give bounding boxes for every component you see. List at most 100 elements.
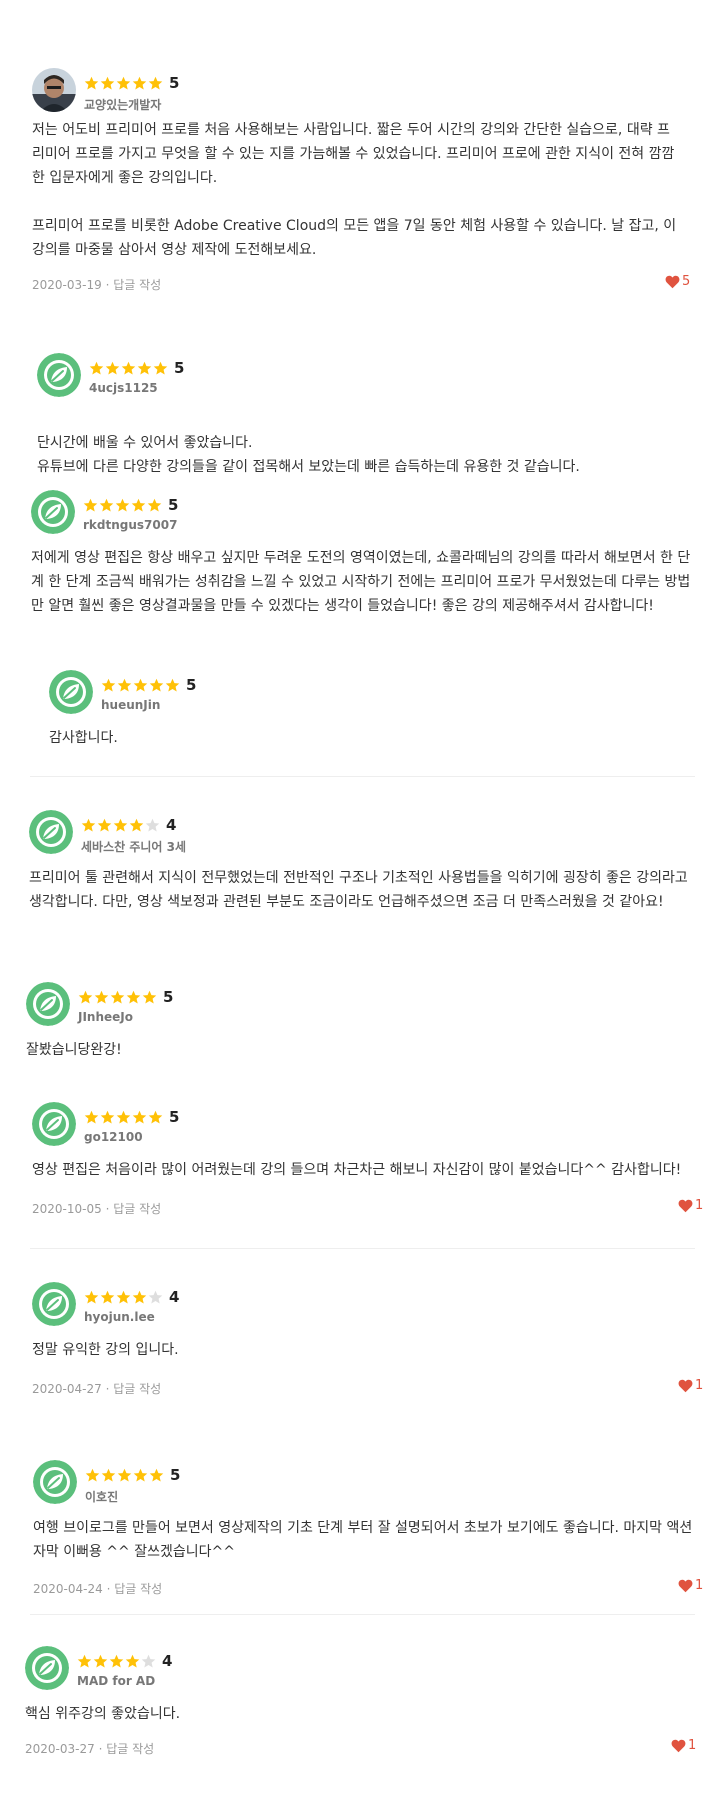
- star-filled-icon: [116, 1110, 131, 1123]
- username[interactable]: 4ucjs1125: [89, 381, 158, 395]
- rating: 4: [77, 1651, 172, 1671]
- reply-link[interactable]: · 답글 작성: [107, 1582, 163, 1596]
- star-filled-icon: [117, 678, 132, 691]
- like-button[interactable]: 1: [678, 1378, 703, 1393]
- review-date: 2020-03-19: [32, 278, 102, 292]
- star-filled-icon: [132, 1110, 147, 1123]
- star-filled-icon: [148, 76, 163, 89]
- star-filled-icon: [99, 498, 114, 511]
- review-card: 4 hyojun.lee 정말 유익한 강의 입니다. 2020-04-27 ·…: [32, 1282, 703, 1400]
- review-paragraph: 프리미어 프로를 비롯한 Adobe Creative Cloud의 모든 앱을…: [32, 218, 677, 258]
- rating-score: 5: [163, 987, 174, 1006]
- review-card: 5 교양있는개발자 저는 어도비 프리미어 프로를 처음 사용해보는 사람입니다…: [32, 68, 690, 296]
- star-filled-icon: [84, 76, 99, 89]
- default-avatar-icon[interactable]: [49, 670, 93, 714]
- like-count: 5: [682, 274, 691, 289]
- default-avatar-icon[interactable]: [26, 982, 70, 1026]
- divider: [30, 776, 695, 777]
- username[interactable]: 세바스찬 주니어 3세: [81, 838, 186, 855]
- star-filled-icon: [148, 1110, 163, 1123]
- rating: 5: [84, 1107, 179, 1127]
- star-filled-icon: [121, 361, 136, 374]
- reply-link[interactable]: · 답글 작성: [106, 1202, 162, 1216]
- username[interactable]: JInheeJo: [78, 1010, 133, 1024]
- rating-score: 4: [162, 1651, 173, 1670]
- star-rating: [77, 1654, 156, 1669]
- default-avatar-icon[interactable]: [31, 490, 75, 534]
- star-filled-icon: [100, 1110, 115, 1123]
- like-button[interactable]: 1: [678, 1578, 703, 1593]
- star-empty-icon: [145, 818, 160, 831]
- like-button[interactable]: 1: [671, 1738, 696, 1753]
- rating-score: 5: [169, 1107, 180, 1126]
- like-button[interactable]: 1: [678, 1198, 703, 1213]
- review-date: 2020-03-27: [25, 1742, 95, 1756]
- rating: 5: [101, 675, 196, 695]
- reply-link[interactable]: · 답글 작성: [106, 278, 162, 292]
- star-rating: [85, 1468, 164, 1483]
- review-card: 5 4ucjs1125 단시간에 배울 수 있어서 좋았습니다. 유튜브에 다른…: [37, 353, 687, 503]
- username[interactable]: rkdtngus7007: [83, 518, 177, 532]
- like-count: 1: [695, 1578, 704, 1593]
- review-meta: 2020-10-05 · 답글 작성 1: [32, 1198, 703, 1220]
- review-paragraph: 여행 브이로그를 만들어 보면서 영상제작의 기초 단계 부터 잘 설명되어서 …: [33, 1520, 693, 1560]
- star-filled-icon: [133, 678, 148, 691]
- rating-score: 5: [169, 73, 180, 92]
- review-paragraph: 단시간에 배울 수 있어서 좋았습니다. 유튜브에 다른 다양한 강의들을 같이…: [37, 435, 580, 475]
- divider: [30, 1248, 695, 1249]
- heart-icon: [678, 1579, 693, 1592]
- username[interactable]: hyojun.lee: [84, 1310, 155, 1324]
- rating: 5: [85, 1465, 180, 1485]
- star-filled-icon: [89, 361, 104, 374]
- star-filled-icon: [115, 498, 130, 511]
- star-filled-icon: [117, 1468, 132, 1481]
- rating: 5: [89, 358, 184, 378]
- star-rating: [83, 498, 162, 513]
- star-filled-icon: [116, 76, 131, 89]
- default-avatar-icon[interactable]: [32, 1102, 76, 1146]
- review-meta: 2020-03-19 · 답글 작성 5: [32, 274, 690, 296]
- default-avatar-icon[interactable]: [37, 353, 81, 397]
- default-avatar-icon[interactable]: [25, 1646, 69, 1690]
- star-filled-icon: [131, 498, 146, 511]
- reply-link[interactable]: · 답글 작성: [99, 1742, 155, 1756]
- review-text: 영상 편집은 처음이라 많이 어려웠는데 강의 들으며 차근차근 해보니 자신감…: [32, 1158, 697, 1182]
- star-filled-icon: [77, 1654, 92, 1667]
- username[interactable]: hueunJin: [101, 698, 160, 712]
- star-filled-icon: [132, 1290, 147, 1303]
- review-card: 4 MAD for AD 핵심 위주강의 좋았습니다. 2020-03-27 ·…: [25, 1646, 696, 1760]
- review-paragraph: 저는 어도비 프리미어 프로를 처음 사용해보는 사람입니다. 짧은 두어 시간…: [32, 122, 675, 186]
- review-text: 저는 어도비 프리미어 프로를 처음 사용해보는 사람입니다. 짧은 두어 시간…: [32, 118, 682, 262]
- review-paragraph: 저에게 영상 편집은 항상 배우고 싶지만 두려운 도전의 영역이였는데, 쇼콜…: [31, 550, 691, 614]
- star-filled-icon: [110, 990, 125, 1003]
- username[interactable]: 교양있는개발자: [84, 96, 161, 113]
- review-text: 여행 브이로그를 만들어 보면서 영상제작의 기초 단계 부터 잘 설명되어서 …: [33, 1516, 698, 1564]
- default-avatar-icon[interactable]: [32, 1282, 76, 1326]
- rating-score: 5: [168, 495, 179, 514]
- review-text: 프리미어 툴 관련해서 지식이 전무했었는데 전반적인 구조나 기초적인 사용법…: [29, 866, 694, 914]
- star-filled-icon: [94, 990, 109, 1003]
- star-filled-icon: [109, 1654, 124, 1667]
- star-filled-icon: [113, 818, 128, 831]
- rating: 4: [81, 815, 176, 835]
- like-button[interactable]: 5: [665, 274, 690, 289]
- default-avatar-icon[interactable]: [29, 810, 73, 854]
- username[interactable]: MAD for AD: [77, 1674, 155, 1688]
- default-avatar-icon[interactable]: [33, 1460, 77, 1504]
- star-filled-icon: [84, 1290, 99, 1303]
- star-rating: [101, 678, 180, 693]
- username[interactable]: 이호진: [85, 1488, 118, 1505]
- rating: 5: [83, 495, 178, 515]
- like-count: 1: [688, 1738, 697, 1753]
- star-filled-icon: [101, 678, 116, 691]
- username[interactable]: go12100: [84, 1130, 143, 1144]
- reply-link[interactable]: · 답글 작성: [106, 1382, 162, 1396]
- star-filled-icon: [153, 361, 168, 374]
- rating-score: 4: [169, 1287, 180, 1306]
- user-photo-avatar[interactable]: [32, 68, 76, 112]
- review-meta: 2020-04-27 · 답글 작성 1: [32, 1378, 703, 1400]
- star-rating: [84, 1110, 163, 1125]
- star-filled-icon: [133, 1468, 148, 1481]
- review-date: 2020-04-24: [33, 1582, 103, 1596]
- divider: [30, 1614, 695, 1615]
